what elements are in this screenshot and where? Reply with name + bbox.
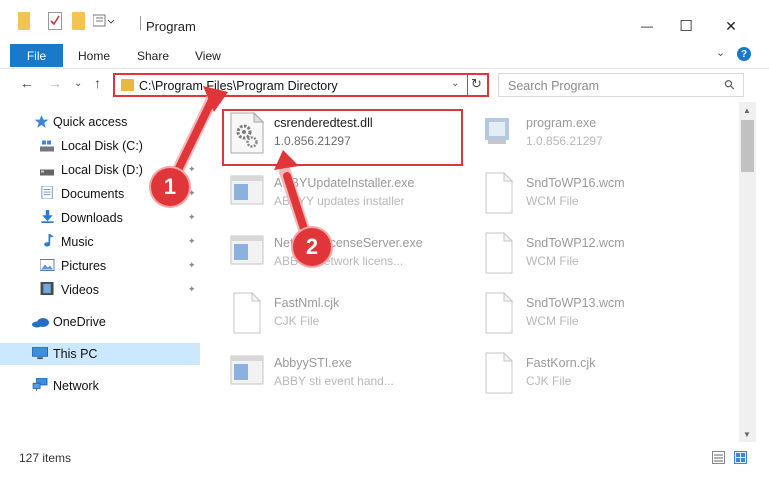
step-1-callout: 1 [151, 168, 189, 206]
annotation-arrows [172, 86, 311, 238]
step-2-callout: 2 [293, 228, 331, 266]
